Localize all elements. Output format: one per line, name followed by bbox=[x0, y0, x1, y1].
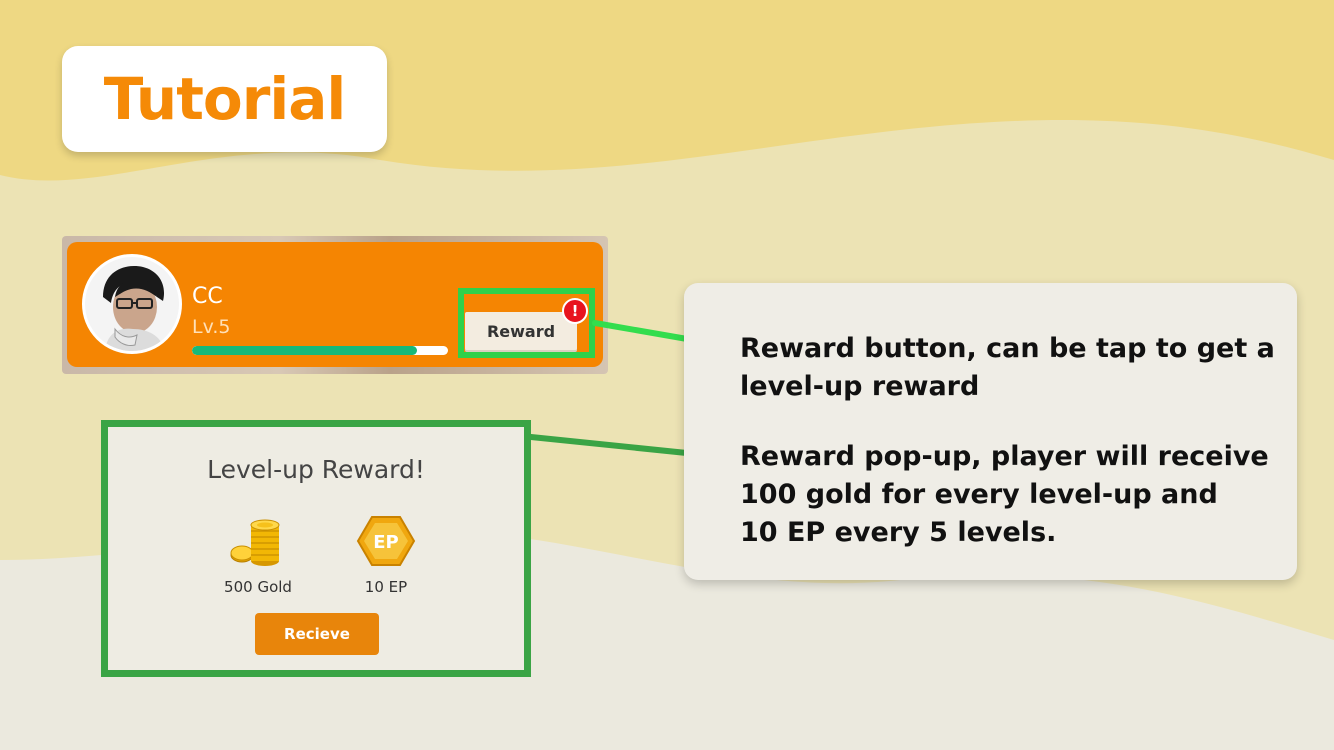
reward-item-gold: 500 Gold bbox=[198, 515, 318, 596]
player-name: CC bbox=[192, 284, 223, 309]
gold-coins-icon bbox=[230, 519, 280, 566]
reward-button[interactable]: Reward bbox=[465, 312, 577, 350]
xp-progress-bar bbox=[192, 346, 448, 355]
reward-button-description: Reward button, can be tap to get a level… bbox=[740, 333, 1275, 402]
reward-popup-description: Reward pop-up, player will receive 100 g… bbox=[740, 441, 1269, 548]
avatar-photo-icon bbox=[85, 257, 179, 351]
level-up-reward-popup: Level-up Reward! 500 Gold EP 10 EP Recie… bbox=[101, 420, 531, 677]
popup-title: Level-up Reward! bbox=[207, 455, 425, 484]
ep-reward-label: 10 EP bbox=[364, 578, 408, 596]
reward-item-ep: EP 10 EP bbox=[326, 515, 446, 596]
player-level: Lv.5 bbox=[192, 316, 231, 338]
info-card: Reward button, can be tap to get a level… bbox=[684, 283, 1297, 580]
title-card: Tutorial bbox=[62, 46, 387, 152]
avatar[interactable] bbox=[82, 254, 182, 354]
ep-badge-icon: EP bbox=[356, 516, 416, 566]
gold-reward-label: 500 Gold bbox=[224, 578, 292, 596]
alert-badge-icon: ! bbox=[562, 298, 588, 324]
recieve-button[interactable]: Recieve bbox=[255, 613, 379, 655]
xp-progress-fill bbox=[192, 346, 418, 355]
page-title: Tutorial bbox=[103, 65, 347, 133]
ep-badge-text: EP bbox=[373, 532, 399, 553]
